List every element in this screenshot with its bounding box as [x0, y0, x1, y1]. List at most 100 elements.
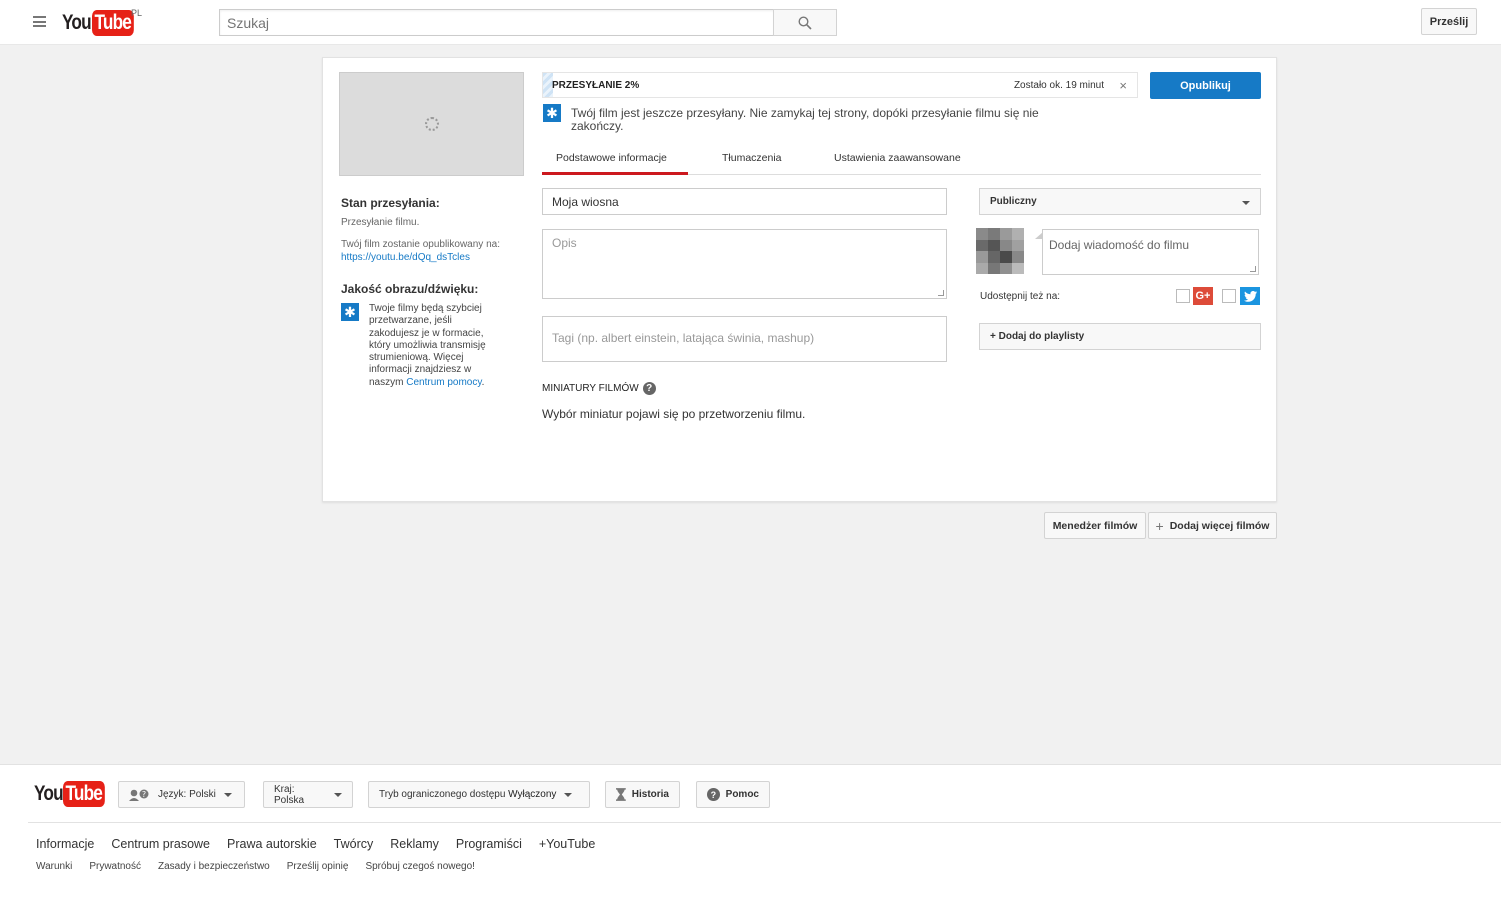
country-selector[interactable]: Kraj: Polska [263, 781, 353, 808]
share-google-checkbox[interactable] [1176, 289, 1190, 303]
thumbnails-title: MINIATURY FILMÓW [542, 383, 639, 394]
footer-link-creators[interactable]: Twórcy [334, 837, 374, 851]
publish-info: Twój film zostanie opublikowany na: http… [341, 238, 516, 264]
footer-link-about[interactable]: Informacje [36, 837, 94, 851]
language-icon: ? [129, 789, 149, 801]
add-more-label: Dodaj więcej filmów [1169, 519, 1270, 532]
upload-button[interactable]: Prześlij [1421, 8, 1477, 35]
upload-status-panel: Stan przesyłania: Przesyłanie filmu. Twó… [341, 196, 516, 389]
tab-translations[interactable]: Tłumaczenia [722, 146, 782, 175]
google-plus-icon: G+ [1193, 287, 1213, 305]
logo-you-text: You [62, 11, 92, 34]
thumbnails-section: MINIATURY FILMÓW ? [542, 382, 656, 395]
quality-tip: ✱ Twoje filmy będą szybciej przetwarzane… [341, 303, 516, 389]
footer-logo[interactable]: You Tube [34, 781, 114, 807]
add-to-playlist-button[interactable]: + Dodaj do playlisty [979, 323, 1261, 350]
footer-link-developers[interactable]: Programiści [456, 837, 522, 851]
video-thumbnail [339, 72, 524, 176]
restricted-value: Wyłączony [508, 789, 557, 800]
quality-tip-text: Twoje filmy będą szybciej przetwarzane, … [369, 303, 499, 389]
restricted-mode-selector[interactable]: Tryb ograniczonego dostępu Wyłączony [368, 781, 590, 808]
resize-handle-icon[interactable] [938, 290, 944, 296]
tags-input[interactable]: Tagi (np. albert einstein, latająca świn… [542, 316, 947, 362]
tab-basic-info[interactable]: Podstawowe informacje [542, 146, 688, 175]
share-message-input[interactable]: Dodaj wiadomość do filmu [1035, 229, 1259, 275]
upload-card: Stan przesyłania: Przesyłanie filmu. Twó… [322, 57, 1277, 502]
tip-body: Twoje filmy będą szybciej przetwarzane, … [369, 303, 486, 388]
upload-status-text: Przesyłanie filmu. [341, 217, 420, 228]
share-label: Udostępnij też na: [980, 291, 1061, 302]
video-manager-button[interactable]: Menedżer filmów [1044, 512, 1146, 539]
title-input[interactable]: Moja wiosna [542, 188, 947, 215]
tab-advanced-settings[interactable]: Ustawienia zaawansowane [834, 146, 961, 175]
quality-title: Jakość obrazu/dźwięku: [341, 282, 479, 296]
menu-icon[interactable] [33, 16, 46, 27]
footer-divider [28, 822, 1501, 823]
footer-logo-tube: Tube [63, 781, 105, 807]
loading-spinner-icon [425, 117, 439, 131]
publish-button[interactable]: Opublikuj [1150, 72, 1261, 99]
history-button[interactable]: Historia [605, 781, 680, 808]
cancel-upload-icon[interactable]: × [1119, 78, 1127, 93]
history-label: Historia [631, 789, 669, 800]
chevron-down-icon [223, 792, 232, 797]
upload-status-title: Stan przesyłania: [341, 196, 440, 210]
tab-bar: Podstawowe informacje Tłumaczenia Ustawi… [542, 146, 1261, 175]
upload-notice: ✱ Twój film jest jeszcze przesyłany. Nie… [543, 104, 1046, 133]
upload-notice-text: Twój film jest jeszcze przesyłany. Nie z… [571, 106, 1039, 133]
region-label: PL [131, 8, 143, 18]
help-button[interactable]: ? Pomoc [696, 781, 770, 808]
svg-text:?: ? [142, 790, 146, 799]
footer-primary-links: Informacje Centrum prasowe Prawa autorsk… [36, 837, 595, 851]
chevron-down-icon [564, 792, 573, 797]
twitter-icon [1240, 287, 1260, 305]
resize-handle-icon[interactable] [1250, 266, 1256, 272]
footer-link-privacy[interactable]: Prywatność [89, 861, 141, 872]
chevron-down-icon [334, 792, 342, 797]
add-more-videos-button[interactable]: + Dodaj więcej filmów [1148, 512, 1277, 539]
footer-logo-you: You [34, 782, 64, 805]
footer-link-press[interactable]: Centrum prasowe [111, 837, 210, 851]
help-circle-icon: ? [707, 788, 720, 801]
country-label: Kraj: Polska [274, 783, 305, 806]
logo-tube-text: Tube [92, 10, 134, 36]
footer-link-plus-youtube[interactable]: +YouTube [539, 837, 595, 851]
thumbnails-text: Wybór miniatur pojawi się po przetworzen… [542, 407, 806, 421]
help-center-link[interactable]: Centrum pomocy [406, 377, 481, 388]
publish-info-text: Twój film zostanie opublikowany na: [341, 239, 500, 250]
footer: You Tube ? Język: Polski Kraj: Polska Tr… [0, 764, 1501, 902]
youtube-logo[interactable]: You Tube PL [62, 8, 143, 36]
share-message-placeholder: Dodaj wiadomość do filmu [1049, 238, 1190, 252]
star-icon: ✱ [543, 104, 561, 122]
video-link[interactable]: https://youtu.be/dQq_dsTcles [341, 251, 516, 264]
masthead: You Tube PL Prześlij [0, 0, 1501, 45]
language-selector[interactable]: ? Język: Polski [118, 781, 245, 808]
help-label: Pomoc [725, 789, 759, 800]
language-label: Język: Polski [158, 789, 216, 800]
footer-secondary-links: Warunki Prywatność Zasady i bezpieczeńst… [36, 861, 475, 872]
plus-icon: + [1155, 517, 1164, 534]
restricted-prefix: Tryb ograniczonego dostępu [379, 789, 509, 800]
time-remaining: Zostało ok. 19 minut [1013, 80, 1104, 91]
search-button[interactable] [773, 9, 837, 36]
footer-link-copyright[interactable]: Prawa autorskie [227, 837, 317, 851]
search-icon [798, 15, 812, 30]
tip-end: . [481, 376, 485, 388]
footer-link-policy-safety[interactable]: Zasady i bezpieczeństwo [158, 861, 270, 872]
progress-label: PRZESYŁANIE 2% [552, 80, 640, 91]
privacy-select[interactable]: Publiczny [979, 188, 1261, 215]
footer-link-try-new[interactable]: Spróbuj czegoś nowego! [365, 861, 475, 872]
search-input[interactable] [219, 9, 774, 36]
description-placeholder: Opis [552, 236, 577, 250]
upload-progress-bar: PRZESYŁANIE 2% Zostało ok. 19 minut × [542, 72, 1138, 98]
help-icon[interactable]: ? [642, 382, 656, 395]
share-twitter-checkbox[interactable] [1222, 289, 1236, 303]
hourglass-icon [616, 788, 626, 801]
chevron-down-icon [1242, 201, 1250, 205]
privacy-value: Publiczny [990, 196, 1037, 207]
footer-link-advertise[interactable]: Reklamy [390, 837, 439, 851]
star-icon: ✱ [341, 303, 359, 321]
footer-link-feedback[interactable]: Prześlij opinię [287, 861, 349, 872]
description-input[interactable]: Opis [542, 229, 947, 299]
footer-link-terms[interactable]: Warunki [36, 861, 72, 872]
